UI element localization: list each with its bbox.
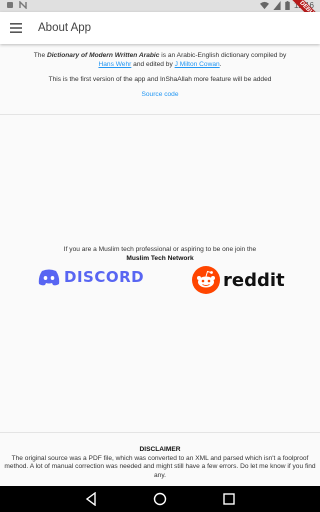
status-left [6, 1, 27, 9]
first-version-note: This is the first version of the app and… [48, 76, 272, 83]
wifi-icon [259, 1, 269, 10]
page-title: About App [38, 22, 92, 34]
dictionary-name: Dictionary of Modern Written Arabic [46, 52, 160, 59]
discord-button[interactable]: DISCORD [38, 268, 144, 286]
top-divider [0, 114, 320, 115]
discord-label: DISCORD [64, 268, 145, 286]
intro-editor-text: and edited by [131, 60, 175, 68]
intro-middle: is an Arabic-English dictionary compiled… [159, 52, 287, 59]
reddit-logo-icon [192, 266, 220, 294]
network-name: Muslim Tech Network [126, 254, 194, 262]
menu-icon [10, 23, 22, 33]
about-content: The Dictionary of Modern Written Arabic … [0, 52, 320, 101]
menu-button[interactable] [0, 12, 32, 44]
reddit-button[interactable]: reddit [192, 266, 285, 294]
community-invite: If you are a Muslim tech professional or… [0, 246, 320, 263]
source-code-link[interactable]: Source code [141, 91, 178, 98]
system-nav-bar [0, 486, 320, 512]
editor-link[interactable]: J Milton Cowan [175, 61, 220, 68]
status-bar: 12:16 [0, 0, 320, 12]
reddit-label: reddit [223, 269, 285, 291]
invite-text: If you are a Muslim tech professional or… [63, 246, 257, 253]
disclaimer-section: DISCLAIMER The original source was a PDF… [0, 446, 320, 480]
disclaimer-title: DISCLAIMER [139, 446, 181, 453]
signal-icon [273, 1, 281, 10]
bottom-divider [0, 432, 320, 433]
battery-icon [285, 1, 290, 10]
home-icon[interactable] [153, 492, 167, 506]
back-icon[interactable] [84, 492, 98, 506]
intro-suffix: . [219, 60, 222, 68]
disclaimer-body: The original source was a PDF file, whic… [4, 454, 316, 479]
recents-icon[interactable] [222, 492, 236, 506]
intro-paragraph: The Dictionary of Modern Written Arabic … [0, 52, 320, 69]
discord-logo-icon [38, 269, 60, 285]
intro-prefix: The [33, 52, 47, 59]
author-link[interactable]: Hans Wehr [98, 61, 131, 68]
n-logo-icon [19, 1, 27, 9]
app-bar: About App [0, 12, 320, 44]
notification-icon [7, 2, 13, 8]
